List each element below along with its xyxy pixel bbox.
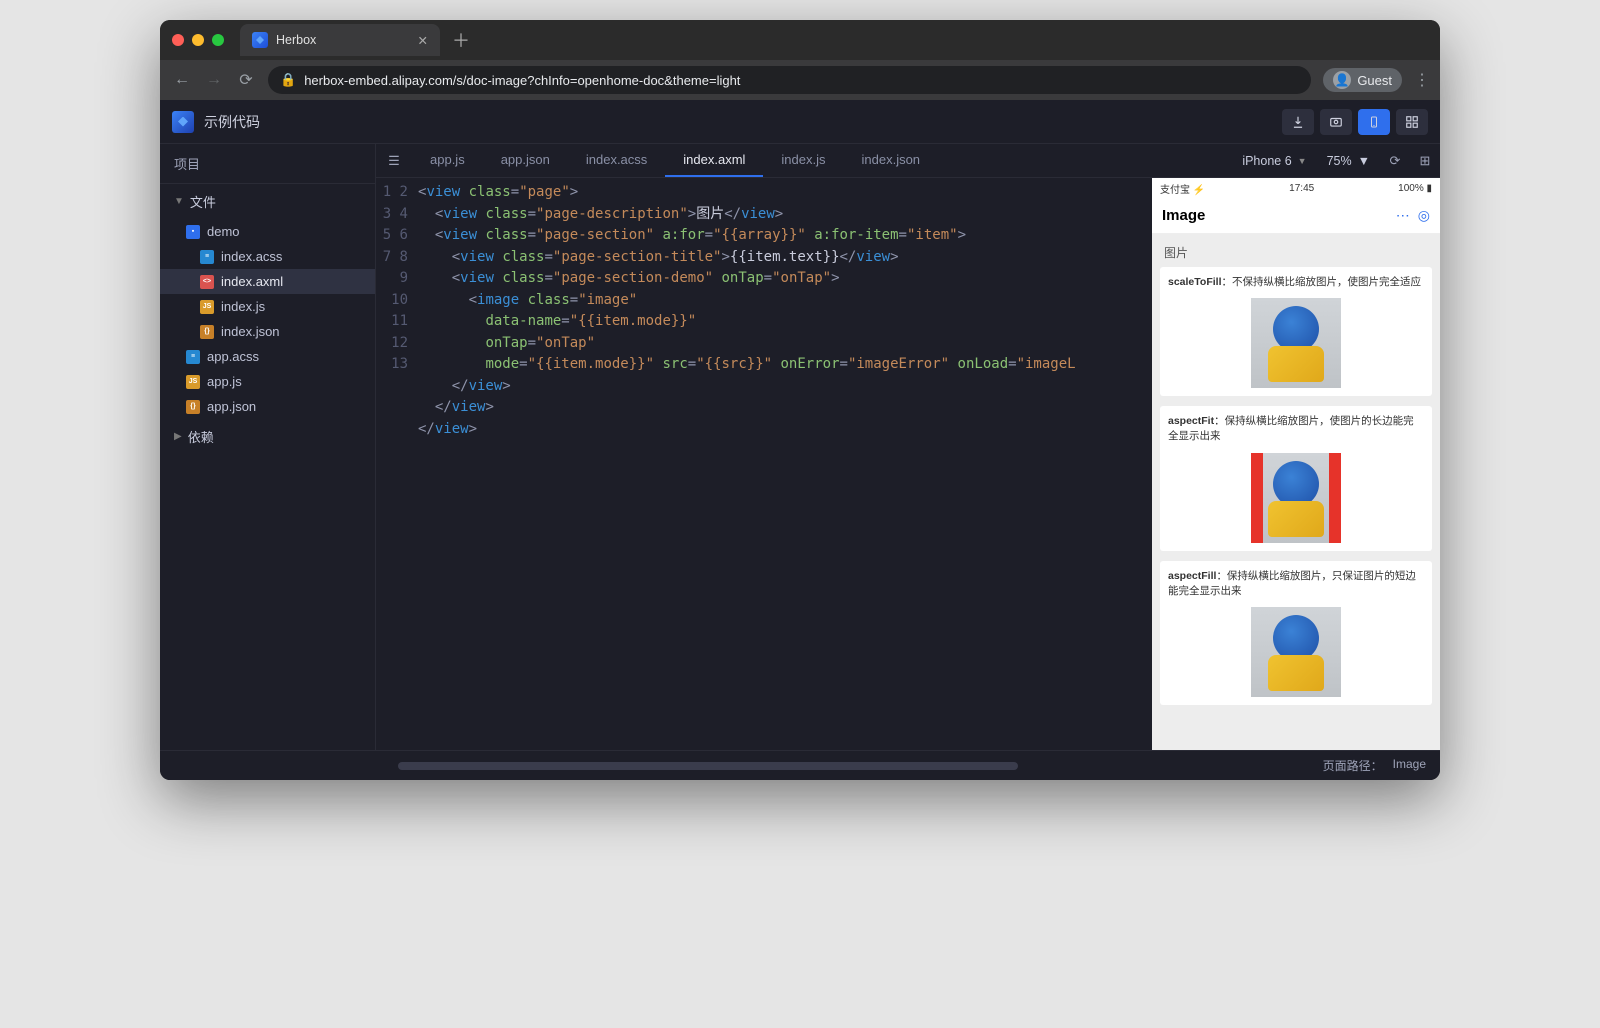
file-index.acss[interactable]: ≡index.acss <box>160 244 375 269</box>
status-battery: 100% ▮ <box>1398 183 1432 194</box>
preview-image <box>1251 453 1341 543</box>
device-preview-panel: 支付宝 ⚡ 17:45 100% ▮ Image ⋯ ◎ 图片 scale <box>1152 178 1440 750</box>
herbox-favicon-icon <box>252 32 268 48</box>
reload-button[interactable]: ⟳ <box>236 70 256 90</box>
mac-window-controls <box>172 34 224 46</box>
url-text: herbox-embed.alipay.com/s/doc-image?chIn… <box>304 73 740 88</box>
download-button[interactable] <box>1282 109 1314 135</box>
screenshot-button[interactable] <box>1320 109 1352 135</box>
device-selector[interactable]: iPhone 6 ▼ <box>1232 144 1316 177</box>
close-window-button[interactable] <box>172 34 184 46</box>
css-file-icon: ≡ <box>186 350 200 364</box>
editor-tab-app-json[interactable]: app.json <box>483 144 568 177</box>
preview-mode-text: aspectFill：保持纵横比缩放图片，只保证图片的短边能完全显示出来 <box>1168 569 1424 599</box>
chevron-down-icon: ▼ <box>174 196 184 207</box>
grid-view-button[interactable] <box>1396 109 1428 135</box>
device-name: iPhone 6 <box>1242 154 1291 168</box>
app-header: 示例代码 <box>160 100 1440 144</box>
preview-mode-text: scaleToFill：不保持纵横比缩放图片，使图片完全适应 <box>1168 275 1424 290</box>
file-index.json[interactable]: {}index.json <box>160 319 375 344</box>
file-index.axml[interactable]: <>index.axml <box>160 269 375 294</box>
sidebar-files-label: 文件 <box>190 192 216 211</box>
phone-status-bar: 支付宝 ⚡ 17:45 100% ▮ <box>1152 178 1440 198</box>
js-file-icon: JS <box>200 300 214 314</box>
editor-tab-app-js[interactable]: app.js <box>412 144 483 177</box>
axml-file-icon: <> <box>200 275 214 289</box>
preview-section-label: 图片 <box>1164 244 1432 261</box>
status-carrier: 支付宝 ⚡ <box>1160 181 1205 196</box>
sidebar-deps-label: 依赖 <box>188 427 214 446</box>
preview-card-aspectFill[interactable]: aspectFill：保持纵横比缩放图片，只保证图片的短边能完全显示出来 <box>1160 561 1432 705</box>
browser-tab[interactable]: Herbox ✕ <box>240 24 440 56</box>
horizontal-scrollbar[interactable] <box>398 762 1018 770</box>
more-icon[interactable]: ⋯ <box>1396 207 1410 224</box>
herbox-logo-icon <box>172 111 194 133</box>
file-app.acss[interactable]: ≡app.acss <box>160 344 375 369</box>
file-app.js[interactable]: JSapp.js <box>160 369 375 394</box>
back-button[interactable]: ← <box>172 71 192 89</box>
sidebar-project-header: 项目 <box>160 144 375 184</box>
preview-image <box>1251 607 1341 697</box>
grid-layout-button[interactable]: ⊞ <box>1410 144 1440 177</box>
file-app.json[interactable]: {}app.json <box>160 394 375 419</box>
preview-image <box>1251 298 1341 388</box>
zoom-selector[interactable]: 75% ▼ <box>1317 144 1380 177</box>
phone-nav-bar: Image ⋯ ◎ <box>1152 198 1440 234</box>
minimize-window-button[interactable] <box>192 34 204 46</box>
app-title: 示例代码 <box>204 112 260 132</box>
css-file-icon: ≡ <box>200 250 214 264</box>
chevron-down-icon: ▼ <box>1358 154 1370 168</box>
preview-card-scaleToFill[interactable]: scaleToFill：不保持纵横比缩放图片，使图片完全适应 <box>1160 267 1432 396</box>
device-preview-button[interactable] <box>1358 109 1390 135</box>
target-icon[interactable]: ◎ <box>1418 207 1430 224</box>
app-footer: 页面路径： Image <box>160 750 1440 780</box>
chevron-down-icon: ▼ <box>1298 156 1307 166</box>
browser-window: Herbox ✕ ＋ ← → ⟳ 🔒 herbox-embed.alipay.c… <box>160 20 1440 780</box>
preview-mode-text: aspectFit：保持纵横比缩放图片，使图片的长边能完全显示出来 <box>1168 414 1424 444</box>
refresh-preview-button[interactable]: ⟳ <box>1380 144 1410 177</box>
phone-content[interactable]: 图片 scaleToFill：不保持纵横比缩放图片，使图片完全适应 aspectF… <box>1152 234 1440 750</box>
lock-icon: 🔒 <box>280 72 296 88</box>
sidebar-files-group[interactable]: ▼ 文件 <box>160 184 375 219</box>
close-tab-icon[interactable]: ✕ <box>418 33 428 48</box>
zoom-value: 75% <box>1327 154 1352 168</box>
line-gutter: 1 2 3 4 5 6 7 8 9 10 11 12 13 <box>376 182 418 750</box>
json-file-icon: {} <box>200 325 214 339</box>
chevron-right-icon: ▶ <box>174 431 182 442</box>
maximize-window-button[interactable] <box>212 34 224 46</box>
code-editor[interactable]: 1 2 3 4 5 6 7 8 9 10 11 12 13 <view clas… <box>376 178 1152 750</box>
status-time: 17:45 <box>1289 183 1314 194</box>
editor-tab-index-js[interactable]: index.js <box>763 144 843 177</box>
file-index.js[interactable]: JSindex.js <box>160 294 375 319</box>
code-content: <view class="page"> <view class="page-de… <box>418 182 1152 750</box>
sidebar-deps-group[interactable]: ▶ 依赖 <box>160 419 375 454</box>
herbox-app: 示例代码 项目 ▼ 文件 ▪demo≡index.acss<>index.axm… <box>160 100 1440 780</box>
address-bar[interactable]: 🔒 herbox-embed.alipay.com/s/doc-image?ch… <box>268 66 1311 94</box>
profile-badge[interactable]: 👤 Guest <box>1323 68 1402 92</box>
preview-card-aspectFit[interactable]: aspectFit：保持纵横比缩放图片，使图片的长边能完全显示出来 <box>1160 406 1432 550</box>
browser-toolbar: ← → ⟳ 🔒 herbox-embed.alipay.com/s/doc-im… <box>160 60 1440 100</box>
new-tab-button[interactable]: ＋ <box>452 27 470 53</box>
browser-tab-title: Herbox <box>276 33 316 47</box>
json-file-icon: {} <box>186 400 200 414</box>
folder-demo[interactable]: ▪demo <box>160 219 375 244</box>
folder-icon: ▪ <box>186 225 200 239</box>
editor-tab-bar: ☰ app.jsapp.jsonindex.acssindex.axmlinde… <box>376 144 1440 178</box>
kebab-menu-icon[interactable]: ⋮ <box>1414 70 1428 90</box>
forward-button[interactable]: → <box>204 71 224 89</box>
route-value: Image <box>1393 757 1426 774</box>
hamburger-menu-icon[interactable]: ☰ <box>376 144 412 177</box>
sidebar: 项目 ▼ 文件 ▪demo≡index.acss<>index.axmlJSin… <box>160 144 376 750</box>
mac-titlebar: Herbox ✕ ＋ <box>160 20 1440 60</box>
editor-tab-index-axml[interactable]: index.axml <box>665 144 763 177</box>
avatar-icon: 👤 <box>1333 71 1351 89</box>
phone-nav-title: Image <box>1162 207 1205 224</box>
editor-tab-index-json[interactable]: index.json <box>844 144 939 177</box>
main-panel: ☰ app.jsapp.jsonindex.acssindex.axmlinde… <box>376 144 1440 750</box>
editor-tab-index-acss[interactable]: index.acss <box>568 144 665 177</box>
js-file-icon: JS <box>186 375 200 389</box>
route-label: 页面路径： <box>1323 757 1383 774</box>
guest-label: Guest <box>1357 73 1392 88</box>
